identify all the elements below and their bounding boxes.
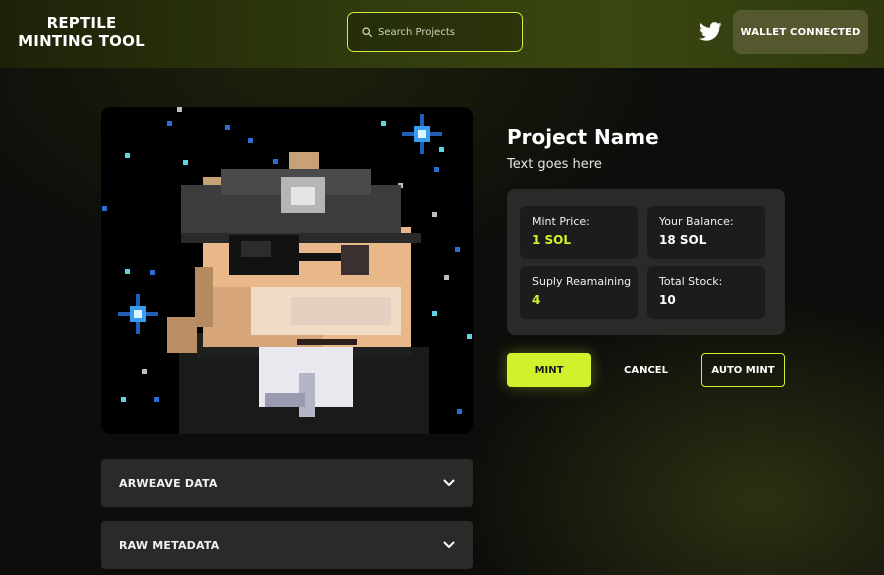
- arweave-data-accordion[interactable]: ARWEAVE DATA: [101, 459, 473, 507]
- stat-value: 1 SOL: [532, 233, 572, 247]
- accordion-label: RAW METADATA: [119, 538, 220, 552]
- logo-line-2: MINTING TOOL: [18, 32, 145, 50]
- logo-line-1: REPTILE: [46, 14, 117, 32]
- accordion-label: ARWEAVE DATA: [119, 476, 218, 490]
- logo[interactable]: REPTILE MINTING TOOL: [14, 14, 149, 50]
- top-bar: REPTILE MINTING TOOL WALLET CONNECTED: [0, 0, 884, 68]
- stat-label: Suply Reamaining: [532, 275, 632, 288]
- stat-value: 4: [532, 293, 541, 307]
- search-bar[interactable]: [347, 12, 523, 52]
- total-stock-card: Total Stock: 10: [647, 266, 765, 319]
- search-icon: [362, 27, 372, 37]
- pixel-art-image: [101, 107, 473, 434]
- stat-value: 18 SOL: [659, 233, 707, 247]
- project-name: Project Name: [507, 125, 659, 149]
- search-input[interactable]: [378, 26, 518, 38]
- raw-metadata-accordion[interactable]: RAW METADATA: [101, 521, 473, 569]
- mint-button[interactable]: MINT: [507, 353, 591, 387]
- stat-value: 10: [659, 293, 676, 307]
- stat-label: Mint Price:: [532, 215, 590, 228]
- cancel-button[interactable]: CANCEL: [610, 353, 682, 387]
- twitter-icon[interactable]: [699, 22, 722, 41]
- your-balance-card: Your Balance: 18 SOL: [647, 206, 765, 259]
- stat-label: Your Balance:: [659, 215, 734, 228]
- stat-label: Total Stock:: [659, 275, 723, 288]
- nft-artwork: [101, 107, 473, 434]
- stats-panel: Mint Price: 1 SOL Your Balance: 18 SOL S…: [507, 189, 785, 335]
- auto-mint-button[interactable]: AUTO MINT: [701, 353, 785, 387]
- wallet-connected-button[interactable]: WALLET CONNECTED: [733, 10, 868, 54]
- chevron-down-icon: [443, 541, 455, 548]
- mint-price-card: Mint Price: 1 SOL: [520, 206, 638, 259]
- chevron-down-icon: [443, 479, 455, 486]
- supply-remaining-card: Suply Reamaining 4: [520, 266, 638, 319]
- project-description: Text goes here: [507, 157, 602, 172]
